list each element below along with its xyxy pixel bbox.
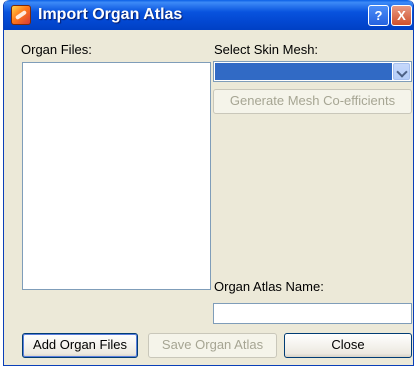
- close-window-button[interactable]: X: [391, 5, 412, 26]
- skin-mesh-selected-value: [215, 63, 392, 80]
- save-organ-atlas-button[interactable]: Save Organ Atlas: [148, 333, 277, 358]
- organ-files-label: Organ Files:: [21, 42, 92, 57]
- add-organ-files-button[interactable]: Add Organ Files: [22, 333, 138, 358]
- help-button[interactable]: ?: [368, 5, 389, 26]
- app-icon: [11, 5, 31, 25]
- generate-mesh-coefficients-button[interactable]: Generate Mesh Co-efficients: [213, 89, 412, 114]
- title-bar[interactable]: Import Organ Atlas ? X: [4, 0, 413, 30]
- import-organ-atlas-dialog: Import Organ Atlas ? X Organ Files: Sele…: [3, 0, 414, 366]
- organ-atlas-name-input[interactable]: [213, 303, 412, 324]
- skin-mesh-label: Select Skin Mesh:: [214, 42, 319, 57]
- window-title: Import Organ Atlas: [38, 6, 183, 23]
- organ-files-list[interactable]: [22, 62, 211, 290]
- close-button[interactable]: Close: [284, 333, 412, 358]
- organ-atlas-name-label: Organ Atlas Name:: [214, 279, 324, 294]
- skin-mesh-select[interactable]: [213, 61, 412, 82]
- chevron-down-icon[interactable]: [393, 63, 410, 80]
